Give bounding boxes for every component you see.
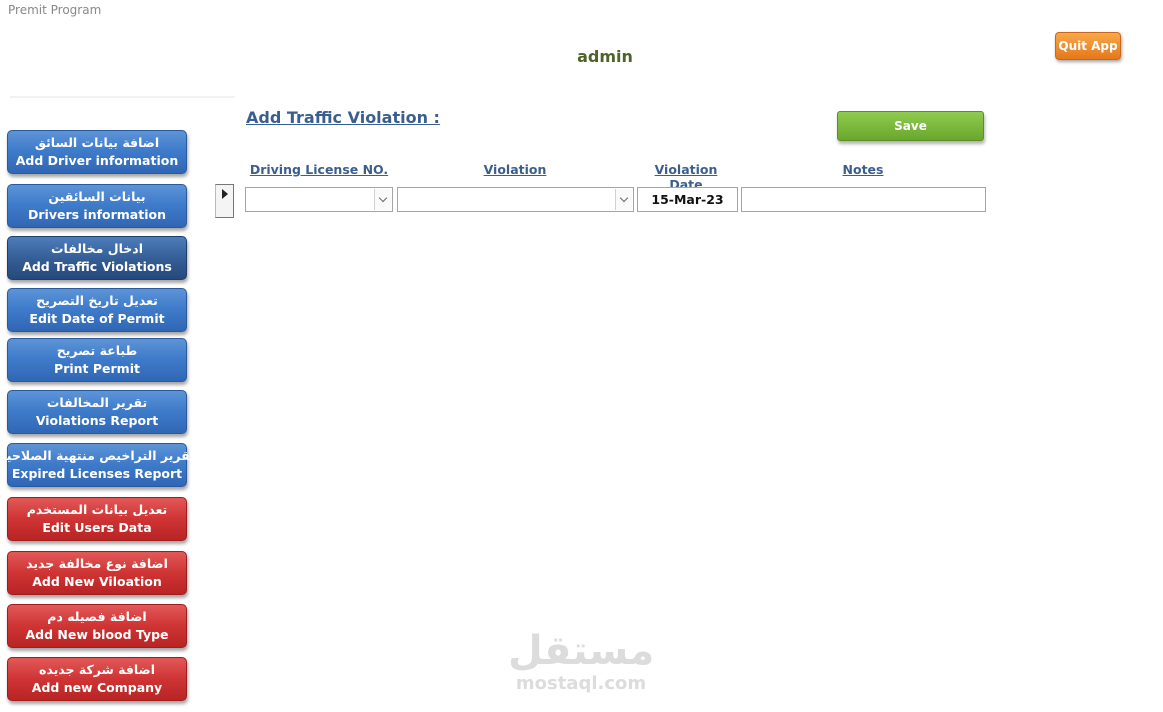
watermark-logo: مستقل mostaql.com: [508, 628, 654, 694]
nav-edit-date-of-permit[interactable]: تعديل تاريخ التصريح Edit Date of Permit: [7, 288, 187, 332]
column-header-violation: Violation: [483, 162, 547, 177]
nav-label-english: Violations Report: [35, 413, 159, 428]
nav-label-english: Add new Company: [31, 680, 163, 695]
nav-label-arabic: تعديل تاريخ التصريح: [36, 293, 158, 308]
nav-label-arabic: بيانات السائقين: [48, 189, 146, 204]
watermark-english: mostaql.com: [515, 673, 647, 694]
quit-app-button[interactable]: Quit App: [1055, 32, 1121, 60]
watermark-arabic: مستقل: [508, 628, 655, 674]
record-selector[interactable]: [215, 184, 234, 218]
nav-label-arabic: اضافة بيانات السائق: [34, 135, 160, 150]
nav-label-arabic: اضافة شركة جديده: [39, 662, 155, 677]
nav-label-arabic: اضافة فصيله دم: [47, 609, 147, 624]
nav-add-new-violation[interactable]: اضافة نوع مخالفة جديد Add New Viloation: [7, 551, 187, 595]
chevron-down-icon[interactable]: [615, 189, 632, 210]
nav-label-arabic: طباعة تصريح: [56, 343, 138, 358]
column-header-notes: Notes: [842, 162, 884, 177]
nav-label-english: Print Permit: [54, 361, 140, 376]
violation-date-field[interactable]: 15-Mar-23: [637, 187, 738, 212]
nav-label-english: Drivers information: [28, 207, 166, 222]
nav-print-permit[interactable]: طباعة تصريح Print Permit: [7, 338, 187, 382]
nav-add-traffic-violations[interactable]: ادخال مخالفات Add Traffic Violations: [7, 236, 187, 280]
column-header-license: Driving License NO.: [249, 162, 389, 177]
nav-label-arabic: تقرير المخالفات: [46, 395, 148, 410]
nav-violations-report[interactable]: تقرير المخالفات Violations Report: [7, 390, 187, 434]
nav-label-arabic: تقرير التراخيص منتهية الصلاحية: [0, 448, 195, 463]
nav-label-arabic: تعديل بيانات المستخدم: [26, 502, 168, 517]
nav-label-arabic: ادخال مخالفات: [51, 241, 143, 256]
nav-edit-users-data[interactable]: تعديل بيانات المستخدم Edit Users Data: [7, 497, 187, 541]
nav-label-english: Add Traffic Violations: [22, 259, 172, 274]
header-divider: [10, 96, 235, 98]
nav-add-driver-information[interactable]: اضافة بيانات السائق Add Driver informati…: [7, 130, 187, 174]
nav-label-english: Edit Date of Permit: [29, 311, 165, 326]
chevron-down-icon[interactable]: [374, 189, 391, 210]
nav-label-arabic: اضافة نوع مخالفة جديد: [26, 556, 168, 571]
license-number-combo[interactable]: [245, 187, 393, 212]
notes-field[interactable]: [741, 187, 986, 212]
nav-add-new-blood-type[interactable]: اضافة فصيله دم Add New blood Type: [7, 604, 187, 648]
nav-drivers-information[interactable]: بيانات السائقين Drivers information: [7, 184, 187, 228]
current-record-arrow-icon: [222, 189, 228, 199]
violation-combo[interactable]: [397, 187, 634, 212]
nav-label-english: Add New Viloation: [32, 574, 162, 589]
nav-label-english: Add Driver information: [15, 153, 179, 168]
nav-expired-licenses-report[interactable]: تقرير التراخيص منتهية الصلاحية Expired L…: [0, 443, 195, 487]
nav-label-english: Expired Licenses Report: [11, 466, 183, 481]
nav-label-english: Add New blood Type: [25, 627, 169, 642]
form-title: Add Traffic Violation :: [246, 108, 440, 127]
window-title: Premit Program: [8, 3, 102, 17]
save-button[interactable]: Save: [837, 111, 984, 141]
nav-add-new-company[interactable]: اضافة شركة جديده Add new Company: [7, 657, 187, 701]
current-user-label: admin: [577, 47, 633, 66]
nav-label-english: Edit Users Data: [42, 520, 152, 535]
